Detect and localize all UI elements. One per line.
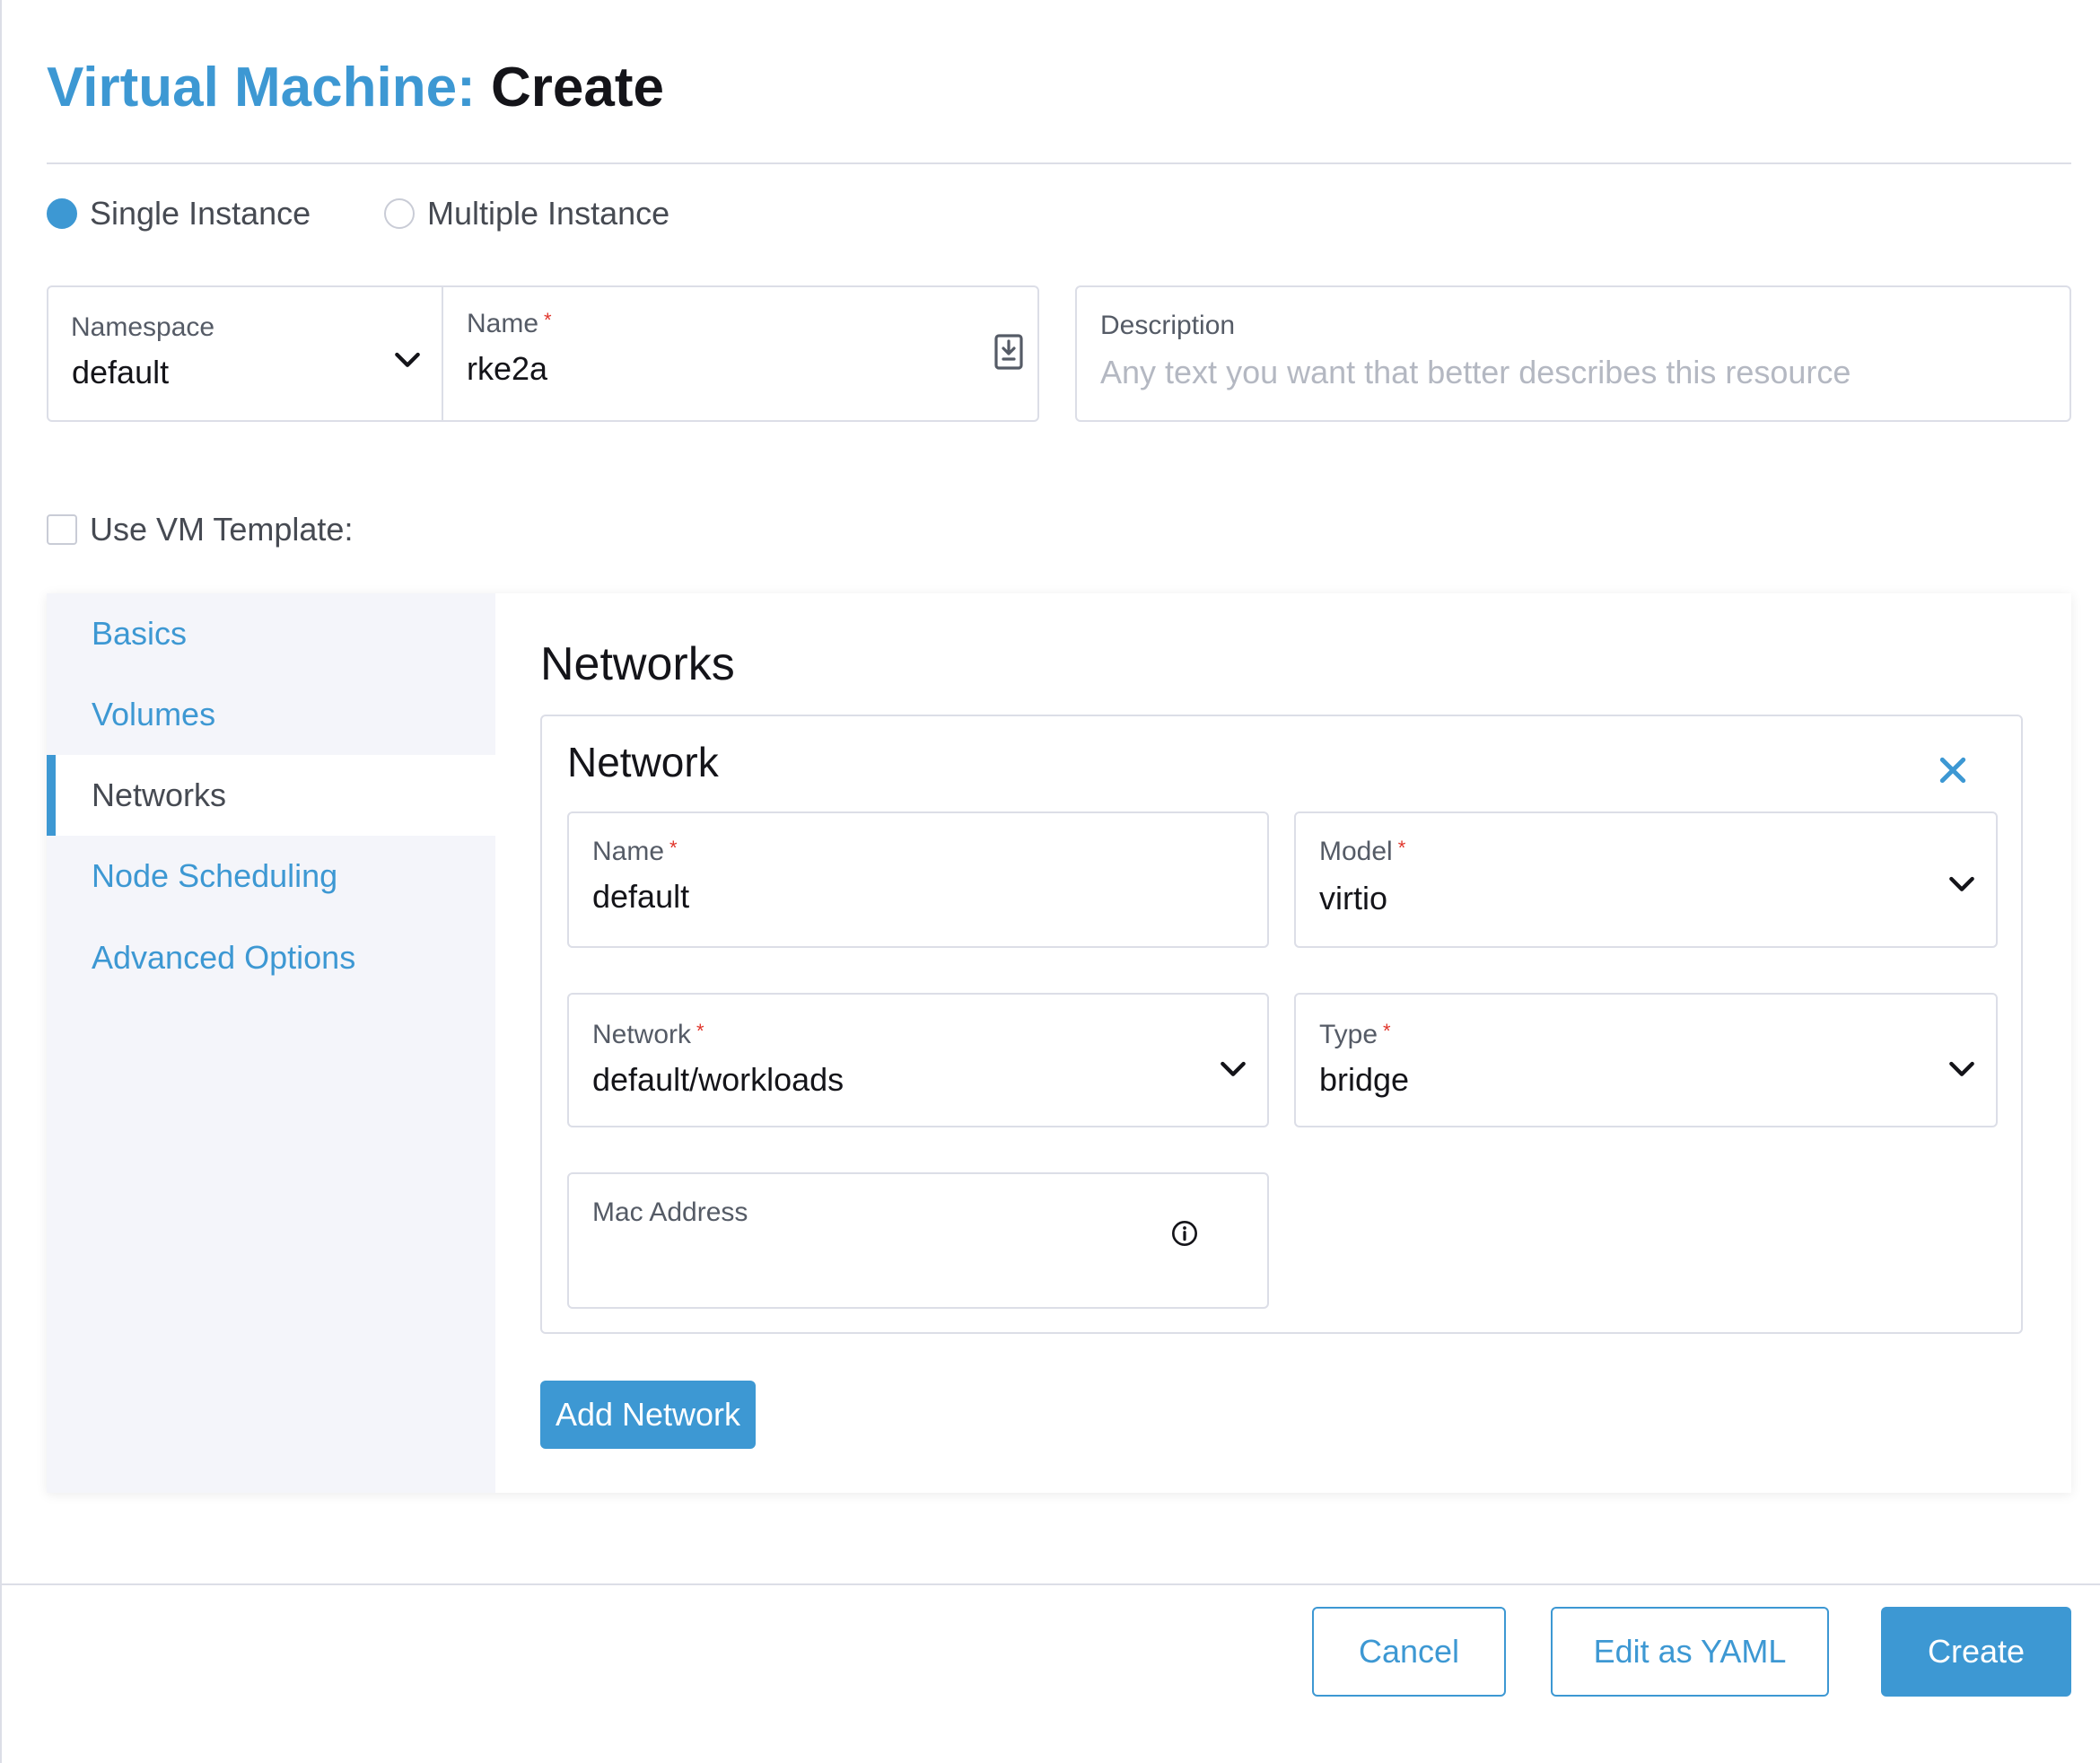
namespace-value: default xyxy=(72,354,170,390)
radio-multiple-instance[interactable]: Multiple Instance xyxy=(384,189,669,239)
left-border xyxy=(0,0,2,1763)
add-network-button[interactable]: Add Network xyxy=(540,1381,756,1449)
page-title: Virtual Machine: Create xyxy=(47,52,664,124)
info-icon[interactable] xyxy=(1170,1219,1199,1248)
type-label: Type * xyxy=(1319,1020,1391,1049)
chevron-down-icon[interactable] xyxy=(1215,1050,1251,1086)
type-select[interactable]: Type * bridge xyxy=(1294,993,1998,1127)
required-mark: * xyxy=(669,837,678,859)
mac-address-field[interactable]: Mac Address xyxy=(567,1172,1269,1309)
checkbox-box[interactable] xyxy=(47,514,77,545)
required-mark: * xyxy=(1383,1020,1391,1042)
radio-multiple-instance-label: Multiple Instance xyxy=(427,195,670,232)
section-title: Networks xyxy=(540,638,735,690)
header-divider xyxy=(47,162,2071,164)
radio-multiple-instance-dot[interactable] xyxy=(384,198,415,229)
chevron-down-icon[interactable] xyxy=(389,341,425,377)
required-mark: * xyxy=(696,1020,704,1042)
description-field[interactable]: Description Any text you want that bette… xyxy=(1075,285,2071,422)
required-mark: * xyxy=(544,309,552,331)
page-title-prefix: Virtual Machine: xyxy=(47,57,476,118)
radio-single-instance-label: Single Instance xyxy=(90,195,311,232)
mac-address-label: Mac Address xyxy=(592,1197,748,1227)
network-name-value[interactable]: default xyxy=(592,878,689,916)
description-label: Description xyxy=(1100,311,1236,340)
required-mark: * xyxy=(1397,837,1406,859)
edit-as-yaml-button[interactable]: Edit as YAML xyxy=(1551,1607,1829,1697)
chevron-down-icon[interactable] xyxy=(1944,865,1980,901)
page-title-action: Create xyxy=(490,57,664,118)
name-value[interactable]: rke2a xyxy=(467,350,547,388)
network-name-label: Name * xyxy=(592,837,678,866)
chevron-down-icon[interactable] xyxy=(1944,1050,1980,1086)
use-vm-template-label: Use VM Template: xyxy=(90,511,354,548)
create-button[interactable]: Create xyxy=(1881,1607,2071,1697)
footer-divider xyxy=(0,1583,2100,1585)
namespace-label: Namespace xyxy=(71,312,215,342)
sidebar-item-networks[interactable]: Networks xyxy=(47,755,495,836)
model-value: virtio xyxy=(1319,880,1388,917)
network-label: Network * xyxy=(592,1020,704,1049)
type-value: bridge xyxy=(1319,1061,1410,1098)
model-select[interactable]: Model * virtio xyxy=(1294,811,1998,948)
description-placeholder[interactable]: Any text you want that better describes … xyxy=(1100,354,1851,391)
network-card-title: Network xyxy=(567,739,719,785)
namespace-select[interactable]: Namespace default xyxy=(47,285,443,422)
network-value: default/workloads xyxy=(592,1061,844,1098)
sidebar-item-basics[interactable]: Basics xyxy=(47,593,495,674)
network-name-field[interactable]: Name * default xyxy=(567,811,1269,948)
close-icon[interactable] xyxy=(1935,752,1971,788)
name-field[interactable]: Name * rke2a xyxy=(443,285,1039,422)
radio-single-instance-dot[interactable] xyxy=(47,198,77,229)
sidebar-item-advanced-options[interactable]: Advanced Options xyxy=(47,917,495,998)
model-label: Model * xyxy=(1319,837,1406,866)
cancel-button[interactable]: Cancel xyxy=(1312,1607,1506,1697)
name-label: Name * xyxy=(467,309,552,338)
sidebar-item-node-scheduling[interactable]: Node Scheduling xyxy=(47,836,495,917)
network-select[interactable]: Network * default/workloads xyxy=(567,993,1269,1127)
radio-single-instance[interactable]: Single Instance xyxy=(47,189,311,239)
sidebar-item-volumes[interactable]: Volumes xyxy=(47,674,495,755)
use-vm-template-checkbox[interactable]: Use VM Template: xyxy=(47,504,353,555)
clipboard-icon[interactable] xyxy=(994,334,1023,370)
